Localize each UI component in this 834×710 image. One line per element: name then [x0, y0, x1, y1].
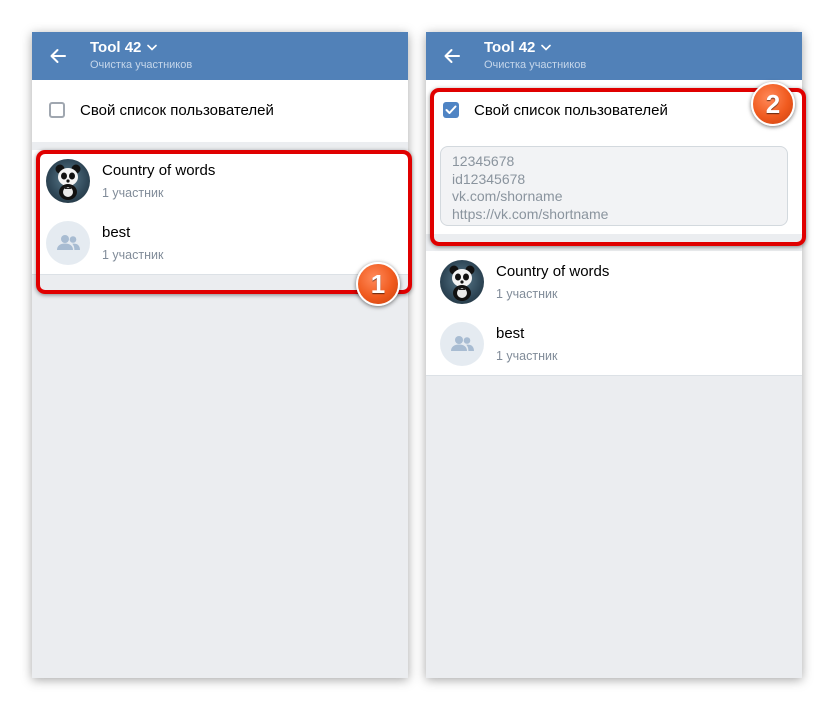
custom-list-checkbox[interactable]: [443, 102, 459, 118]
header-title-row: Tool 42: [90, 39, 192, 56]
header-title-group[interactable]: Tool 42 Очистка участников: [90, 39, 192, 71]
panda-icon: [449, 265, 475, 301]
placeholder-line: 12345678: [452, 153, 515, 169]
placeholder-line: id12345678: [452, 170, 526, 187]
avatar: [440, 322, 484, 366]
right-screen: Tool 42 Очистка участников Свой список п…: [426, 32, 802, 678]
app-header: Tool 42 Очистка участников: [426, 32, 802, 80]
item-title: best: [102, 224, 131, 241]
header-title-row: Tool 42: [484, 39, 586, 56]
header-title: Tool 42: [484, 39, 536, 56]
step-badge-2: 2: [751, 82, 795, 126]
arrow-left-icon[interactable]: [442, 46, 462, 66]
conversation-list: Country of words 1 участник best 1 участ…: [426, 251, 802, 376]
header-subtitle: Очистка участников: [90, 59, 193, 71]
user-list-textarea[interactable]: 12345678 id12345678 vk.com/shorname http…: [440, 146, 788, 226]
item-subtitle: 1 участник: [102, 186, 164, 200]
custom-list-input-block: 12345678 id12345678 vk.com/shorname http…: [426, 142, 802, 234]
avatar: [440, 260, 484, 304]
custom-list-label: Свой список пользователей: [80, 102, 274, 119]
item-subtitle: 1 участник: [102, 248, 164, 262]
custom-list-label: Свой список пользователей: [474, 102, 668, 119]
chevron-down-icon: [541, 44, 552, 51]
left-screen: Tool 42 Очистка участников Свой список п…: [32, 32, 408, 678]
item-title: Country of words: [102, 162, 216, 179]
panda-icon: [55, 164, 81, 200]
group-placeholder-icon: [451, 336, 474, 351]
avatar: [46, 221, 90, 265]
app-header: Tool 42 Очистка участников: [32, 32, 408, 80]
header-subtitle: Очистка участников: [484, 59, 587, 71]
group-placeholder-icon: [57, 235, 80, 250]
placeholder-line: vk.com/shorname: [452, 188, 563, 204]
custom-list-checkbox[interactable]: [49, 102, 65, 118]
chevron-down-icon: [147, 44, 158, 51]
custom-list-row[interactable]: Свой список пользователей: [32, 80, 408, 142]
item-title: Country of words: [496, 263, 610, 280]
list-item[interactable]: Country of words 1 участник: [32, 150, 408, 212]
header-title: Tool 42: [90, 39, 142, 56]
conversation-list: Country of words 1 участник best 1 участ…: [32, 150, 408, 275]
avatar: [46, 159, 90, 203]
custom-list-row[interactable]: Свой список пользователей: [426, 80, 802, 142]
item-subtitle: 1 участник: [496, 349, 558, 363]
item-title: best: [496, 325, 525, 342]
checkmark-icon: [445, 105, 457, 114]
arrow-left-icon[interactable]: [48, 46, 68, 66]
list-item[interactable]: best 1 участник: [32, 212, 408, 274]
placeholder-line: https://vk.com/shortname: [452, 205, 609, 222]
list-item[interactable]: Country of words 1 участник: [426, 251, 802, 313]
list-item[interactable]: best 1 участник: [426, 313, 802, 375]
item-subtitle: 1 участник: [496, 287, 558, 301]
header-title-group[interactable]: Tool 42 Очистка участников: [484, 39, 586, 71]
step-badge-1: 1: [356, 262, 400, 306]
